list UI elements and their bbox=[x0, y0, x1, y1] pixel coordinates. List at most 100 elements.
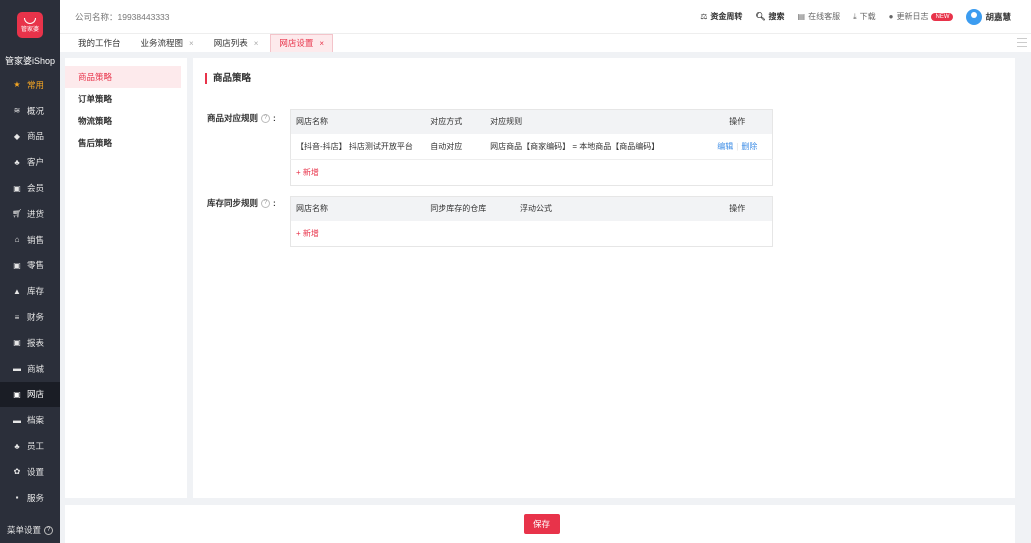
page-title: 商品策略 bbox=[205, 73, 251, 84]
help-icon[interactable]: ? bbox=[261, 113, 271, 123]
close-icon[interactable]: × bbox=[319, 35, 324, 52]
tab-label: 我的工作台 bbox=[78, 37, 121, 48]
chat-icon: ▤ bbox=[797, 12, 806, 21]
col-formula: 浮动公式 bbox=[515, 196, 703, 221]
close-icon[interactable]: × bbox=[254, 35, 259, 52]
gear-icon: ✿ bbox=[13, 467, 21, 477]
tab-3[interactable]: 网店设置 × bbox=[270, 34, 334, 52]
left-nav: 管家婆 管家婆iShop ★ 常用 ≋ 概况 ◆ 商品 ♣ 客户 ▣ 会员 🛒︎ 进货 ⌂ 销售 ▣ 零售 ▲ 库… bbox=[0, 0, 60, 543]
logo-icon: 管家婆 bbox=[17, 12, 43, 38]
table-header-row: 网店名称 对应方式 对应规则 操作 bbox=[290, 109, 773, 134]
nav-item-label: 进货 bbox=[27, 208, 45, 219]
mall-icon: ▬ bbox=[13, 364, 21, 374]
nav-item-1[interactable]: ≋ 概况 bbox=[0, 98, 60, 124]
top-actions: ⚖ 资金周转 🔍︎ 搜索 ▤ 在线客服 ⤓ 下载 ● 更新日志 NEW 胡嘉慧 bbox=[700, 0, 1011, 33]
tab-label: 网店列表 bbox=[213, 37, 248, 48]
changelog-button[interactable]: ● 更新日志 NEW bbox=[889, 11, 954, 22]
nav-item-12[interactable]: ▣ 网店 bbox=[0, 381, 60, 408]
nav-item-3[interactable]: ♣ 客户 bbox=[0, 149, 60, 175]
nav-item-label: 销售 bbox=[27, 234, 45, 245]
nav-item-4[interactable]: ▣ 会员 bbox=[0, 175, 60, 201]
help-icon: ? bbox=[44, 525, 53, 535]
tab-bar: 我的工作台 业务流程图 × 网店列表 × 网店设置 × bbox=[60, 33, 1031, 52]
shop-icon: ▣ bbox=[13, 260, 21, 270]
stock-rule-label: 库存同步规则 ? : bbox=[207, 198, 276, 208]
nav-item-15[interactable]: ✿ 设置 bbox=[0, 459, 60, 485]
nav-item-13[interactable]: ▬ 档案 bbox=[0, 407, 60, 433]
col-method: 对应方式 bbox=[425, 109, 486, 134]
delete-link[interactable]: 删除 bbox=[741, 142, 757, 151]
tab-menu-icon[interactable] bbox=[1017, 38, 1027, 48]
cell-rule: 网店商品【商家编码】 = 本地商品【商品编码】 bbox=[485, 133, 703, 160]
add-row: + 新增 bbox=[291, 160, 773, 186]
add-stock-rule-button[interactable]: + 新增 bbox=[296, 229, 319, 238]
report-icon: ▣ bbox=[13, 338, 21, 348]
user-name: 胡嘉慧 bbox=[985, 11, 1011, 22]
logo[interactable]: 管家婆 bbox=[0, 0, 60, 50]
bag-icon: ⌂ bbox=[14, 235, 20, 245]
nav-item-label: 服务 bbox=[27, 492, 45, 503]
col-shop-name: 网店名称 bbox=[290, 109, 426, 134]
nav-item-6[interactable]: ⌂ 销售 bbox=[0, 227, 60, 253]
subnav-item-3[interactable]: 售后策略 bbox=[65, 132, 187, 154]
online-service-button[interactable]: ▤ 在线客服 bbox=[798, 11, 841, 22]
nav-item-label: 会员 bbox=[27, 183, 45, 194]
nav-item-label: 员工 bbox=[27, 441, 45, 452]
close-icon[interactable]: × bbox=[189, 35, 194, 52]
service-icon: ▪ bbox=[15, 493, 19, 503]
funds-icon: ⚖ bbox=[700, 12, 708, 21]
search-button[interactable]: 🔍︎ 搜索 bbox=[755, 11, 784, 22]
nav-item-8[interactable]: ▲ 库存 bbox=[0, 278, 60, 304]
nav-item-label: 财务 bbox=[27, 312, 45, 323]
box-icon: ◆ bbox=[13, 131, 21, 141]
tab-1[interactable]: 业务流程图 × bbox=[133, 34, 202, 52]
save-button[interactable]: 保存 bbox=[523, 514, 560, 534]
subnav-item-2[interactable]: 物流策略 bbox=[65, 110, 187, 132]
subnav-item-0[interactable]: 商品策略 bbox=[65, 66, 181, 88]
help-icon[interactable]: ? bbox=[261, 198, 271, 208]
product-rule-label: 商品对应规则 ? : bbox=[207, 113, 276, 123]
col-rule: 对应规则 bbox=[485, 109, 703, 134]
cell-method: 自动对应 bbox=[425, 133, 486, 160]
new-badge: NEW bbox=[931, 12, 954, 21]
nav-item-11[interactable]: ▬ 商城 bbox=[0, 356, 60, 382]
nav-item-label: 商城 bbox=[27, 363, 45, 374]
nav-item-label: 设置 bbox=[27, 466, 45, 477]
cell-shop: 【抖音-抖店】 抖店测试开放平台 bbox=[290, 133, 426, 160]
user-menu[interactable]: 胡嘉慧 bbox=[966, 8, 1011, 25]
edit-link[interactable]: 编辑 bbox=[717, 142, 733, 151]
nav-item-label: 常用 bbox=[27, 79, 45, 90]
strategy-subnav: 商品策略 订单策略 物流策略 售后策略 bbox=[65, 58, 187, 498]
store-icon: ▣ bbox=[13, 389, 21, 399]
download-button[interactable]: ⤓ 下载 bbox=[853, 11, 876, 22]
nav-item-2[interactable]: ◆ 商品 bbox=[0, 124, 60, 150]
nav-item-14[interactable]: ♣ 员工 bbox=[0, 433, 60, 459]
stock-rule-table: 网店名称 同步库存的仓库 浮动公式 操作 + 新增 bbox=[290, 196, 773, 247]
nav-item-7[interactable]: ▣ 零售 bbox=[0, 253, 60, 279]
tab-label: 网店设置 bbox=[279, 38, 314, 48]
add-product-rule-button[interactable]: + 新增 bbox=[296, 168, 319, 177]
user-icon: ♣ bbox=[14, 157, 20, 167]
tab-0[interactable]: 我的工作台 bbox=[70, 34, 129, 52]
nav-item-5[interactable]: 🛒︎ 进货 bbox=[0, 201, 60, 227]
nav-item-16[interactable]: ▪ 服务 bbox=[0, 485, 60, 511]
nav-item-label: 概况 bbox=[27, 105, 45, 116]
nav-item-label: 报表 bbox=[27, 337, 45, 348]
nav-item-label: 库存 bbox=[27, 286, 45, 297]
table-header-row: 网店名称 同步库存的仓库 浮动公式 操作 bbox=[290, 196, 773, 221]
funds-label: 资金周转 bbox=[710, 12, 743, 21]
tab-label: 业务流程图 bbox=[140, 37, 184, 48]
menu-settings-button[interactable]: 菜单设置 ? bbox=[0, 517, 60, 543]
funds-button[interactable]: ⚖ 资金周转 bbox=[700, 11, 742, 22]
star-icon: ★ bbox=[13, 80, 21, 90]
nav-item-0[interactable]: ★ 常用 bbox=[0, 72, 60, 98]
search-label: 搜索 bbox=[768, 12, 785, 21]
card-icon: ▣ bbox=[13, 183, 21, 193]
subnav-item-1[interactable]: 订单策略 bbox=[65, 88, 187, 110]
avatar bbox=[966, 8, 983, 25]
nav-item-10[interactable]: ▣ 报表 bbox=[0, 330, 60, 356]
nav-item-label: 零售 bbox=[27, 260, 45, 271]
nav-item-9[interactable]: ≡ 财务 bbox=[0, 304, 60, 330]
stock-rule-label-text: 库存同步规则 bbox=[207, 198, 259, 208]
tab-2[interactable]: 网店列表 × bbox=[206, 34, 267, 52]
